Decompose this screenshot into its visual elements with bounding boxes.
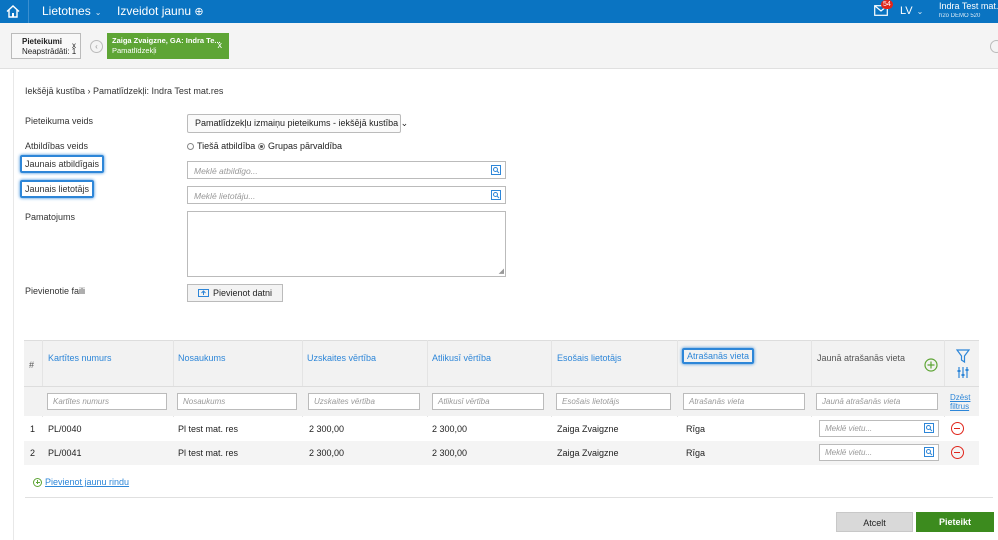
cell-book-value: 2 300,00 — [309, 424, 345, 434]
new-user-label: Jaunais lietotājs — [20, 180, 95, 198]
radio-group[interactable]: Grupas pārvaldība — [258, 141, 342, 151]
justification-label: Pamatojums — [25, 212, 76, 222]
user-name: Indra Test mat. — [939, 1, 998, 11]
cell-residual-value: 2 300,00 — [432, 448, 468, 458]
divider — [25, 497, 993, 498]
add-column-icon[interactable] — [924, 358, 938, 372]
upload-icon — [197, 289, 209, 297]
assets-table: # Kartītes numurs Nosaukums Uzskaites vē… — [24, 340, 979, 465]
table-row[interactable]: 2 PL/0041 Pl test mat. res 2 300,00 2 30… — [24, 441, 979, 465]
radio-selected-icon — [258, 142, 265, 150]
user-menu[interactable]: Indra Test mat. h2o DEMO 520 — [939, 1, 998, 21]
apps-menu[interactable]: Lietotnes ⌄ — [42, 4, 101, 18]
search-icon — [924, 423, 934, 433]
language-selector[interactable]: LV ⌄ — [900, 5, 923, 17]
cell-name: Pl test mat. res — [178, 448, 239, 458]
new-responsible-input[interactable]: Meklē atbildīgo... — [187, 161, 506, 179]
column-name[interactable]: Nosaukums — [178, 353, 226, 363]
new-user-input[interactable]: Meklē lietotāju... — [187, 186, 506, 204]
request-type-dropdown[interactable]: Pamatlīdzekļu izmaiņu pieteikums - iekšē… — [187, 114, 408, 133]
cell-book-value: 2 300,00 — [309, 448, 345, 458]
attachments-label: Pievienotie faili — [25, 286, 86, 296]
new-responsible-label: Jaunais atbildīgais — [20, 155, 105, 173]
responsibility-label: Atbildības veids — [25, 141, 89, 151]
cell-name: Pl test mat. res — [178, 424, 239, 434]
tab-requests[interactable]: Pieteikumi Neapstrādāti: 1 x — [11, 33, 81, 59]
close-icon[interactable]: x — [218, 40, 223, 50]
tab-subtitle: Pamatlīdzekļi — [112, 46, 157, 55]
cell-location: Rīga — [686, 448, 706, 458]
cell-current-user: Zaiga Zvaigzne — [557, 448, 619, 458]
cell-current-user: Zaiga Zvaigzne — [557, 424, 619, 434]
create-new-menu[interactable]: Izveidot jaunu ⊕ — [117, 4, 204, 18]
radio-icon — [187, 142, 194, 150]
column-current-user[interactable]: Esošais lietotājs — [557, 353, 622, 363]
filter-current-user[interactable]: Esošais lietotājs — [556, 393, 671, 410]
search-icon — [491, 165, 501, 175]
cell-location: Rīga — [686, 424, 706, 434]
new-location-input[interactable]: Meklē vietu... — [819, 420, 939, 437]
submit-button[interactable]: Pieteikt — [916, 512, 994, 532]
filter-new-location[interactable]: Jaunā atrašanās vieta — [816, 393, 938, 410]
column-index: # — [29, 360, 35, 370]
add-row-link[interactable]: Pievienot jaunu rindu — [33, 477, 129, 487]
column-book-value[interactable]: Uzskaites vērtība — [307, 353, 376, 363]
chevron-down-icon: ⌄ — [400, 118, 409, 128]
cell-card-number: PL/0040 — [48, 424, 82, 434]
filter-icon[interactable] — [956, 349, 970, 379]
add-file-button[interactable]: Pievienot datni — [187, 284, 283, 302]
scroll-right-icon[interactable] — [990, 40, 998, 53]
search-icon — [491, 190, 501, 200]
tab-title: Zaiga Zvaigzne, GA: Indra Te... — [112, 36, 221, 45]
table-row[interactable]: 1 PL/0040 Pl test mat. res 2 300,00 2 30… — [24, 417, 979, 441]
user-company: h2o DEMO 520 — [939, 13, 981, 19]
row-index: 2 — [30, 448, 36, 458]
column-location[interactable]: Atrašanās vieta — [682, 348, 755, 364]
clear-filters-link[interactable]: Dzēst filtrus — [950, 393, 975, 411]
column-new-location: Jaunā atrašanās vieta — [817, 353, 906, 363]
home-icon[interactable] — [4, 3, 22, 20]
remove-row-icon[interactable] — [951, 422, 964, 435]
row-index: 1 — [30, 424, 36, 434]
filter-location[interactable]: Atrašanās vieta — [683, 393, 805, 410]
column-card-number[interactable]: Kartītes numurs — [48, 353, 112, 363]
search-icon — [924, 447, 934, 457]
column-residual-value[interactable]: Atlikusī vērtība — [432, 353, 491, 363]
tab-active-request[interactable]: Zaiga Zvaigzne, GA: Indra Te... Pamatlīd… — [107, 33, 229, 59]
cell-residual-value: 2 300,00 — [432, 424, 468, 434]
filter-book-value[interactable]: Uzskaites vērtība — [308, 393, 420, 410]
table-header: # Kartītes numurs Nosaukums Uzskaites vē… — [24, 340, 979, 386]
filter-residual-value[interactable]: Atlikusī vērtība — [432, 393, 544, 410]
notifications-button[interactable]: 54 — [874, 0, 893, 18]
justification-textarea[interactable]: ◢ — [187, 211, 506, 277]
breadcrumb: Iekšējā kustība › Pamatlīdzekļi: Indra T… — [25, 86, 224, 96]
back-arrow-icon[interactable]: ‹ — [90, 40, 103, 53]
top-bar: Lietotnes ⌄ Izveidot jaunu ⊕ 54 LV ⌄ Indra… — [0, 0, 998, 23]
radio-direct[interactable]: Tiešā atbildība — [187, 141, 255, 151]
remove-row-icon[interactable] — [951, 446, 964, 459]
plus-circle-icon — [33, 477, 42, 487]
filter-name[interactable]: Nosaukums — [177, 393, 297, 410]
plus-circle-icon: ⊕ — [194, 6, 204, 18]
chevron-down-icon: ⌄ — [916, 7, 924, 16]
resize-grip-icon[interactable]: ◢ — [499, 267, 504, 275]
request-type-label: Pieteikuma veids — [25, 116, 94, 126]
chevron-down-icon: ⌄ — [94, 8, 102, 17]
cancel-button[interactable]: Atcelt — [836, 512, 913, 532]
content-panel — [13, 70, 993, 540]
divider — [28, 0, 29, 23]
cell-card-number: PL/0041 — [48, 448, 82, 458]
new-location-input[interactable]: Meklē vietu... — [819, 444, 939, 461]
filter-row: Kartītes numurs Nosaukums Uzskaites vērt… — [24, 386, 979, 416]
notification-badge: 54 — [881, 0, 893, 9]
close-icon[interactable]: x — [72, 41, 76, 51]
filter-card-number[interactable]: Kartītes numurs — [47, 393, 167, 410]
